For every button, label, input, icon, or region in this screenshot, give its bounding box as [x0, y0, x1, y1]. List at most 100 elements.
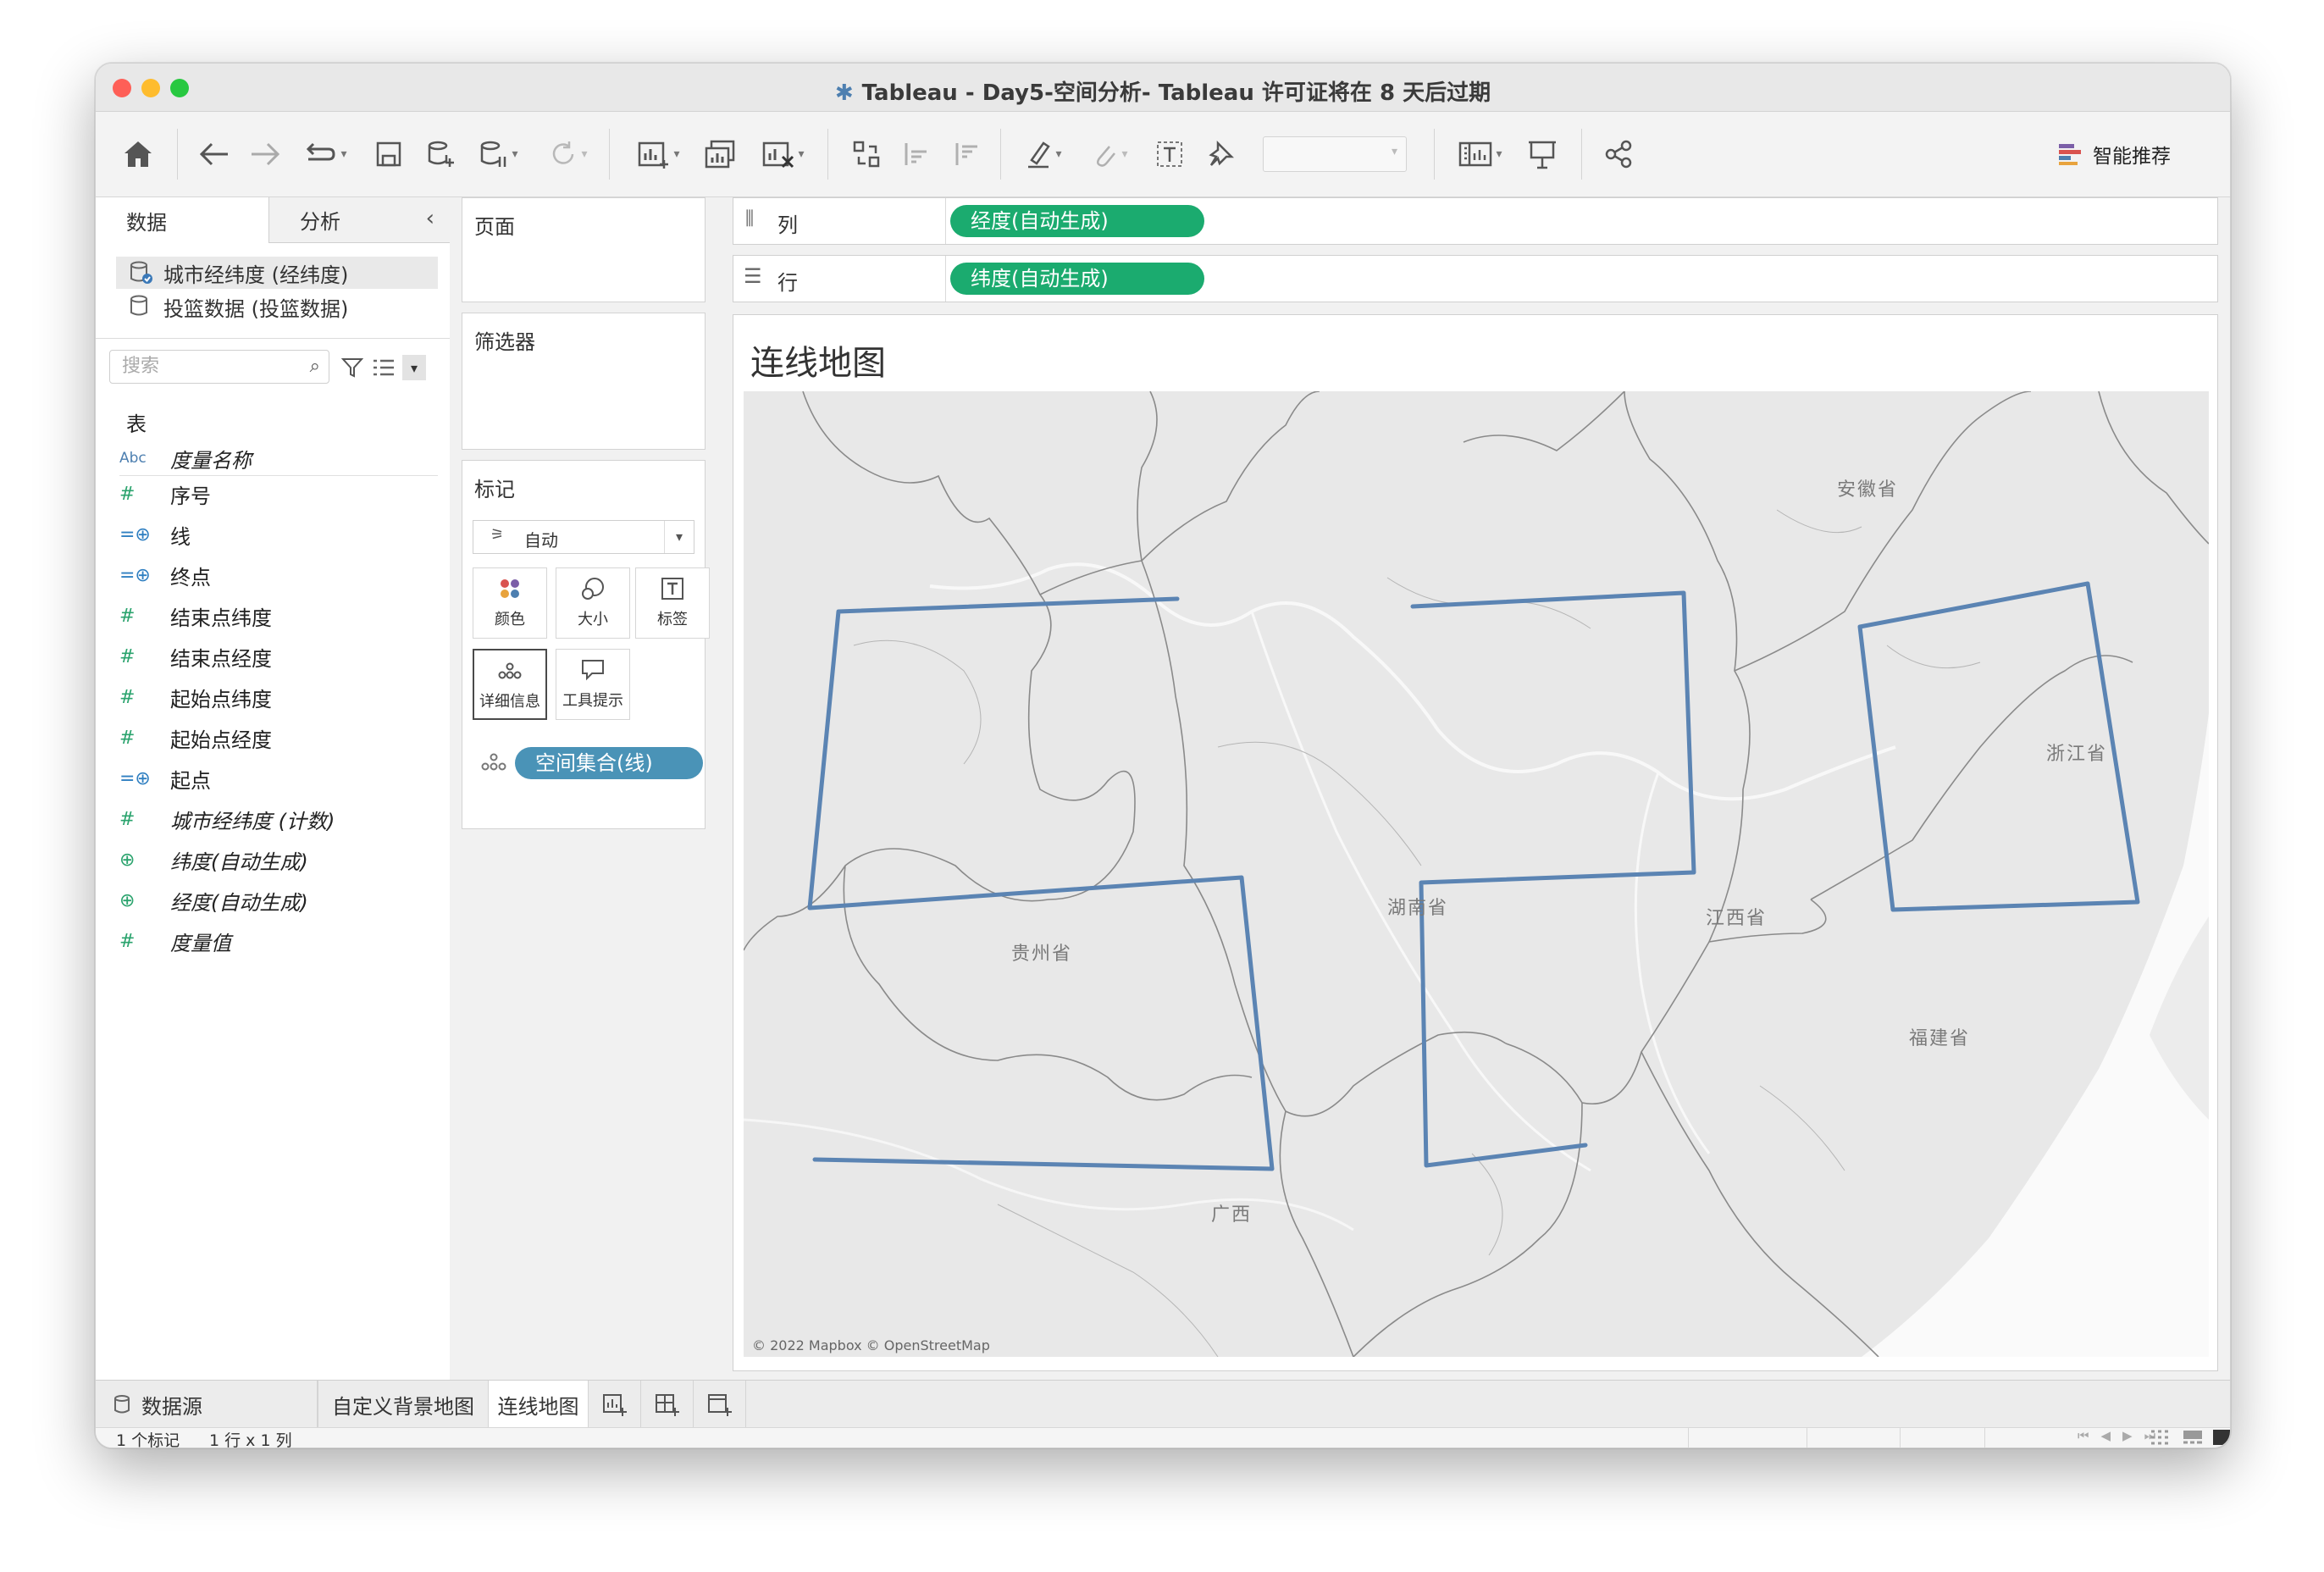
new-story-tab-button[interactable]: [694, 1381, 746, 1428]
detail-button[interactable]: 详细信息: [473, 649, 547, 720]
tab-datasource-label: 数据源: [141, 1394, 202, 1419]
field-item[interactable]: =⊕ 终点: [119, 558, 211, 592]
columns-shelf[interactable]: ⫼ 列 经度(自动生成): [733, 197, 2218, 245]
tabs-view-icon[interactable]: [2213, 1430, 2230, 1447]
duplicate-sheet-button[interactable]: [702, 134, 739, 174]
rows-shelf[interactable]: ☰ 行 纬度(自动生成): [733, 255, 2218, 302]
presentation-mode-button[interactable]: [1524, 134, 1561, 174]
tab-sheet-active[interactable]: 连线地图: [489, 1381, 589, 1428]
province-label: 湖南省: [1387, 898, 1449, 919]
view-options-dropdown[interactable]: ▾: [372, 353, 433, 382]
filters-card[interactable]: 筛选器: [462, 313, 706, 450]
search-icon: ⌕: [309, 356, 320, 377]
field-item[interactable]: =⊕ 起点: [119, 761, 211, 795]
color-button-label: 颜色: [495, 611, 525, 628]
add-story-icon: [707, 1394, 732, 1416]
fix-axes-button[interactable]: [1202, 134, 1239, 174]
filter-icon[interactable]: [341, 357, 363, 379]
smart-recommend-button[interactable]: 智能推荐: [2057, 134, 2193, 174]
worksheet-title: 连线地图: [750, 344, 886, 383]
show-mark-labels-button[interactable]: [1151, 134, 1188, 174]
field-item[interactable]: # 序号: [119, 477, 211, 511]
size-button[interactable]: 大小: [556, 567, 630, 639]
datasource-item-city[interactable]: 城市经纬度 (经纬度): [116, 257, 438, 289]
filters-label: 筛选器: [474, 330, 535, 354]
show-cards-button[interactable]: ▾: [1451, 134, 1510, 174]
search-input[interactable]: 搜索 ⌕: [109, 350, 329, 384]
new-worksheet-button[interactable]: ▾: [629, 134, 689, 174]
color-button[interactable]: 颜色: [473, 567, 547, 639]
size-icon: [556, 577, 629, 607]
datasource-label: 城市经纬度 (经纬度): [163, 263, 349, 287]
field-item[interactable]: # 起始点经度: [119, 721, 272, 755]
tab-sheet[interactable]: 自定义背景地图: [318, 1381, 489, 1428]
cards-icon: [1459, 141, 1492, 167]
tab-analysis[interactable]: 分析 ‹: [268, 197, 450, 243]
label-button-label: 标签: [657, 611, 688, 628]
duplicate-chart-icon: [705, 140, 735, 169]
field-label: 起始点经度: [170, 728, 272, 752]
tableau-logo-icon: ✱: [834, 80, 854, 106]
field-item[interactable]: # 城市经纬度 (计数): [119, 802, 335, 836]
marks-label: 标记: [474, 478, 515, 501]
geographic-globe-icon: ⊕: [119, 849, 136, 871]
sort-ascending-button[interactable]: [899, 134, 936, 174]
rows-label: 行: [777, 271, 798, 295]
paperclip-icon: [1097, 146, 1116, 167]
new-worksheet-tab-button[interactable]: [589, 1381, 641, 1428]
sheet-sorter-icon[interactable]: [2150, 1430, 2169, 1447]
rows-icon: ☰: [744, 264, 762, 288]
new-dashboard-tab-button[interactable]: [641, 1381, 694, 1428]
redo-menu-button[interactable]: ▾: [296, 134, 355, 174]
columns-label: 列: [777, 213, 798, 237]
field-item[interactable]: Abc 度量名称: [119, 441, 252, 475]
field-item[interactable]: # 结束点纬度: [119, 599, 272, 633]
tab-data[interactable]: 数据: [96, 197, 268, 243]
pages-card[interactable]: 页面: [462, 197, 706, 302]
label-button[interactable]: 标签: [635, 567, 710, 639]
field-item[interactable]: =⊕ 线: [119, 518, 191, 551]
database-icon: [114, 1395, 130, 1414]
sort-descending-button[interactable]: [949, 134, 987, 174]
tooltip-button[interactable]: 工具提示: [556, 649, 630, 720]
pages-label: 页面: [474, 215, 515, 239]
forward-button[interactable]: [248, 134, 282, 174]
mark-type-dropdown[interactable]: ⚞ 自动 ▾: [473, 520, 694, 554]
pause-updates-button[interactable]: ▾: [473, 134, 524, 174]
map-canvas[interactable]: 安徽省 浙江省 湖南省 江西省 贵州省 福建省 广西 © 2022 Mapbox…: [744, 391, 2209, 1357]
columns-icon: ⫼: [745, 208, 755, 230]
new-datasource-button[interactable]: [424, 134, 458, 174]
smart-recommend-label: 智能推荐: [2093, 146, 2171, 168]
back-button[interactable]: [197, 134, 231, 174]
save-button[interactable]: [372, 134, 406, 174]
tableau-window: ✱ Tableau - Day5-空间分析- Tableau 许可证将在 8 天后…: [95, 63, 2231, 1448]
rows-pill[interactable]: 纬度(自动生成): [950, 263, 1204, 295]
field-item[interactable]: # 度量值: [119, 924, 231, 958]
fit-dropdown[interactable]: ▾: [1263, 134, 1407, 174]
collapse-pane-icon[interactable]: ‹: [426, 206, 434, 231]
field-item[interactable]: ⊕ 纬度(自动生成): [119, 843, 308, 877]
province-label: 福建省: [1909, 1028, 1971, 1049]
field-item[interactable]: ⊕ 经度(自动生成): [119, 883, 308, 917]
datasource-item-shots[interactable]: 投篮数据 (投篮数据): [116, 291, 438, 323]
refresh-button[interactable]: ▾: [543, 134, 594, 174]
home-button[interactable]: [118, 134, 158, 174]
columns-pill[interactable]: 经度(自动生成): [950, 205, 1204, 237]
arrow-left-icon: [199, 142, 228, 166]
field-item[interactable]: # 起始点纬度: [119, 680, 272, 714]
group-members-button[interactable]: ▾: [1085, 134, 1136, 174]
datasource-icon: [130, 295, 147, 316]
highlight-button[interactable]: ▾: [1019, 134, 1070, 174]
tab-datasource[interactable]: 数据源: [96, 1381, 318, 1428]
title-bar: ✱ Tableau - Day5-空间分析- Tableau 许可证将在 8 天后…: [96, 64, 2230, 112]
detail-field-pill[interactable]: 空间集合(线): [515, 747, 703, 779]
detail-pill-icon: [479, 752, 508, 776]
filmstrip-icon[interactable]: [2183, 1430, 2203, 1447]
tab-analysis-label: 分析: [300, 210, 340, 234]
share-button[interactable]: [1600, 134, 1637, 174]
field-item[interactable]: # 结束点经度: [119, 639, 272, 673]
tab-data-label: 数据: [126, 210, 167, 235]
clear-sheet-button[interactable]: ▾: [755, 134, 812, 174]
status-marks-count: 1 个标记: [116, 1431, 180, 1448]
swap-rows-columns-button[interactable]: [848, 134, 885, 174]
